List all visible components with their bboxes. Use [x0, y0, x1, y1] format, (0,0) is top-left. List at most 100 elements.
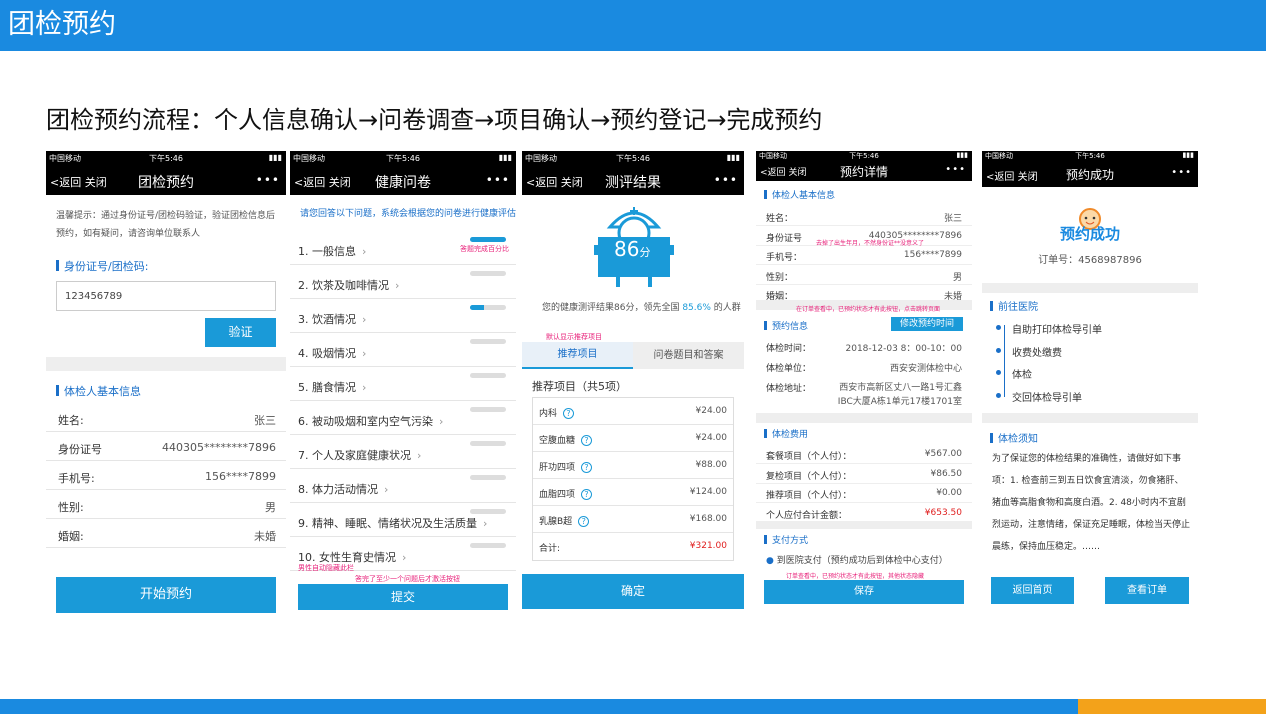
fee-header-text: 体检费用	[772, 430, 809, 440]
more-icon[interactable]: •••	[1171, 167, 1192, 178]
question-item[interactable]: 8. 体力活动情况 ›	[290, 469, 516, 503]
question-label: 6. 被动吸烟和室内空气污染 ›	[298, 413, 443, 429]
question-label: 7. 个人及家庭健康状况 ›	[298, 447, 421, 463]
question-item[interactable]: 9. 精神、睡眠、情绪状况及生活质量 ›	[290, 503, 516, 537]
chevron-right-icon: ›	[362, 313, 367, 326]
question-item[interactable]: 3. 饮酒情况 ›	[290, 299, 516, 333]
appt-key: 体检地址：	[766, 384, 812, 394]
start-booking-button[interactable]: 开始预约	[56, 577, 276, 613]
clock: 下午5:46	[616, 154, 650, 163]
clock: 下午5:46	[849, 152, 879, 160]
item-price: ¥24.00	[695, 406, 728, 416]
flow-subtitle: 团检预约流程：个人信息确认→问卷调查→项目确认→预约登记→完成预约	[46, 106, 823, 134]
info-key: 性别：	[766, 272, 794, 283]
item-name: 血脂四项?	[539, 487, 593, 500]
score-number: 86	[614, 237, 640, 261]
recommend-title: 推荐项目（共5项）	[532, 380, 627, 393]
more-icon[interactable]: •••	[256, 173, 280, 187]
appt-value: 西安市高新区丈八一路1号汇鑫IBC大厦A栋1单元17楼1701室	[837, 383, 962, 407]
help-icon[interactable]: ?	[581, 435, 593, 446]
pay-option[interactable]: ● 到医院支付（预约成功后到体检中心支付）	[766, 553, 948, 566]
item-price: ¥24.00	[695, 433, 728, 443]
info-header-text: 体检人基本信息	[64, 385, 141, 398]
result-percent: 85.6%	[682, 303, 711, 313]
question-label-text: 9. 精神、睡眠、情绪状况及生活质量	[298, 517, 477, 530]
fee-row: 个人应付合计金额： ¥653.50	[756, 504, 972, 523]
battery-icon: ▮▮▮	[268, 153, 282, 162]
clock: 下午5:46	[1075, 152, 1105, 160]
modify-time-button[interactable]: 修改预约时间	[891, 317, 963, 331]
question-item[interactable]: 6. 被动吸烟和室内空气污染 ›	[290, 401, 516, 435]
phone-screen-detail: 中国移动 下午5:46 ▮▮▮ <返回 关闭 预约详情 ••• 体检人基本信息 姓名：张…	[756, 151, 972, 607]
fee-key: 套餐项目（个人付）：	[766, 452, 852, 462]
fee-row: 推荐项目（个人付）： ¥0.00	[756, 484, 972, 503]
status-bar: 中国移动 下午5:46 ▮▮▮	[756, 151, 972, 161]
status-bar: 中国移动 下午5:46 ▮▮▮	[522, 151, 744, 165]
help-icon[interactable]: ?	[578, 516, 590, 527]
success-title: 预约成功	[1059, 225, 1120, 243]
phone-screen-result: 中国移动 下午5:46 ▮▮▮ <返回 关闭 测评结果 ••• 86分 您的健康测评结果…	[522, 151, 744, 609]
fee-value: ¥86.50	[930, 468, 963, 479]
id-input[interactable]: 123456789	[56, 281, 276, 311]
fee-value: ¥653.50	[924, 507, 962, 518]
more-icon[interactable]: •••	[945, 164, 966, 175]
view-order-button[interactable]: 查看订单	[1105, 577, 1189, 604]
appt-row: 体检时间： 2018-12-03 8：00-10：00	[756, 337, 972, 357]
verify-button[interactable]: 验证	[205, 318, 276, 347]
chevron-right-icon: ›	[417, 449, 422, 462]
submit-button[interactable]: 提交	[298, 584, 508, 610]
chevron-right-icon: ›	[362, 245, 367, 258]
appt-row: 体检地址： 西安市高新区丈八一路1号汇鑫IBC大厦A栋1单元17楼1701室	[756, 377, 972, 407]
step-label: 自助打印体检导引单	[1012, 325, 1102, 336]
more-icon[interactable]: •••	[714, 173, 738, 187]
help-icon[interactable]: ?	[581, 462, 593, 473]
divider	[756, 521, 972, 529]
save-button[interactable]: 保存	[764, 580, 964, 604]
total-label: 合计:	[539, 544, 561, 554]
clock: 下午5:46	[386, 154, 420, 163]
help-icon[interactable]: ?	[563, 408, 575, 419]
confirm-button[interactable]: 确定	[522, 574, 744, 609]
question-item[interactable]: 5. 膳食情况 ›	[290, 367, 516, 401]
chevron-right-icon: ›	[362, 347, 367, 360]
hospital-step: 交回体检导引单	[996, 389, 1082, 404]
progress-bar	[470, 543, 506, 548]
tab-recommended[interactable]: 推荐项目	[522, 342, 633, 369]
divider	[982, 413, 1198, 423]
item-name-text: 乳腺B超	[539, 517, 573, 527]
help-icon[interactable]: ?	[581, 489, 593, 500]
fee-value: ¥0.00	[936, 488, 962, 498]
question-item[interactable]: 1. 一般信息 ›	[290, 231, 516, 265]
hospital-step: 收费处缴费	[996, 344, 1062, 359]
item-price: ¥124.00	[689, 487, 727, 497]
progress-bar	[470, 509, 506, 514]
info-row: 手机号： 156****7899	[756, 246, 972, 265]
appt-header-text: 预约信息	[772, 322, 809, 332]
step-label: 收费处缴费	[1012, 347, 1062, 359]
fee-key: 推荐项目（个人付）：	[766, 491, 852, 501]
more-icon[interactable]: •••	[486, 173, 510, 187]
question-item[interactable]: 4. 吸烟情况 ›	[290, 333, 516, 367]
question-label-text: 4. 吸烟情况	[298, 347, 356, 360]
info-value: 156****7899	[205, 470, 276, 483]
item-name: 乳腺B超?	[539, 514, 590, 527]
item-price: ¥168.00	[689, 514, 727, 524]
result-pre: 您的健康测评结果86分，领先全国	[542, 303, 680, 313]
recommend-row: 肝功四项? ¥88.00	[533, 452, 733, 479]
info-key: 身份证号	[58, 443, 102, 456]
pay-header-text: 支付方式	[772, 536, 809, 546]
chevron-right-icon: ›	[439, 415, 444, 428]
item-name: 内科?	[539, 406, 575, 419]
id-label-text: 身份证号/团检码:	[64, 260, 149, 273]
fee-row: 复检项目（个人付）： ¥86.50	[756, 465, 972, 484]
nav-bar: <返回 关闭 测评结果 •••	[522, 165, 744, 195]
progress-bar	[470, 237, 506, 242]
info-header: 体检人基本信息	[56, 383, 141, 399]
question-item[interactable]: 7. 个人及家庭健康状况 ›	[290, 435, 516, 469]
total-row: 合计: ¥321.00	[533, 533, 733, 560]
fee-row: 套餐项目（个人付）： ¥567.00	[756, 445, 972, 464]
home-button[interactable]: 返回首页	[991, 577, 1074, 604]
tab-answers[interactable]: 问卷题目和答案	[633, 342, 744, 369]
nav-bar: <返回 关闭 预约详情 •••	[756, 161, 972, 181]
question-item[interactable]: 2. 饮茶及咖啡情况 ›	[290, 265, 516, 299]
